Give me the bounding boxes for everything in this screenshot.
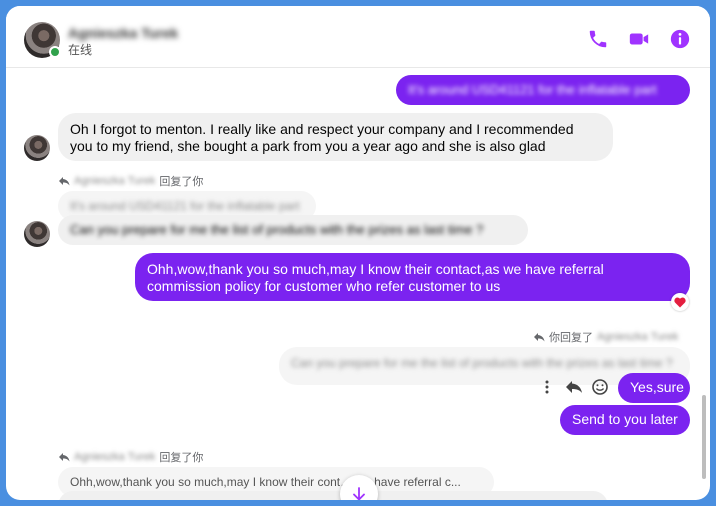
reply-arrow-icon bbox=[59, 177, 70, 186]
contact-name[interactable]: Agnieszka Turek bbox=[68, 25, 178, 41]
message-text-line: Ohh,wow,thank you so much,may I know the… bbox=[147, 261, 604, 277]
reply-header: 你回复了 Agnieszka Turek bbox=[533, 329, 678, 345]
scrollbar[interactable] bbox=[702, 395, 706, 479]
sender-avatar[interactable] bbox=[24, 135, 50, 161]
info-icon[interactable] bbox=[669, 28, 691, 50]
contact-status: 在线 bbox=[68, 43, 93, 57]
message-text: Send to you later bbox=[572, 411, 678, 427]
message-text-line: you to my friend, she bought a park from… bbox=[70, 138, 546, 154]
message-bubble-incoming[interactable] bbox=[58, 491, 608, 500]
quoted-text: Can you prepare for me the list of produ… bbox=[291, 356, 673, 370]
reply-action-text: 回复了你 bbox=[159, 452, 204, 464]
message-text: Can you prepare for me the list of produ… bbox=[70, 222, 484, 237]
online-indicator bbox=[49, 46, 61, 58]
reply-header: Agnieszka Turek 回复了你 bbox=[58, 449, 203, 465]
message-bubble-incoming[interactable]: Oh I forgot to menton. I really like and… bbox=[58, 113, 613, 161]
message-bubble-outgoing[interactable]: Send to you later bbox=[560, 405, 690, 435]
message-bubble-outgoing[interactable]: Yes,sure bbox=[618, 373, 690, 403]
message-bubble-outgoing[interactable]: Ohh,wow,thank you so much,may I know the… bbox=[135, 253, 690, 301]
video-call-icon[interactable] bbox=[628, 28, 650, 50]
reply-arrow-icon bbox=[534, 333, 545, 342]
message-text: Yes,sure bbox=[630, 379, 684, 395]
reply-recipient-name: Agnieszka Turek bbox=[597, 331, 679, 343]
conversation-header: Agnieszka Turek 在线 bbox=[6, 6, 710, 68]
reply-action-text: 回复了你 bbox=[159, 176, 204, 188]
quoted-text: It's around USD41121 for the inflatable … bbox=[70, 199, 300, 213]
heart-reaction-icon[interactable] bbox=[671, 293, 689, 311]
reply-sender-name: Agnieszka Turek bbox=[74, 175, 156, 187]
message-bubble-outgoing[interactable]: It's around USD41121 for the inflatable … bbox=[396, 75, 690, 105]
reply-arrow-icon bbox=[59, 453, 70, 462]
phone-call-icon[interactable] bbox=[587, 28, 609, 50]
more-options-icon[interactable] bbox=[538, 378, 556, 396]
message-list[interactable]: It's around USD41121 for the inflatable … bbox=[6, 69, 710, 500]
reply-icon[interactable] bbox=[565, 378, 583, 396]
message-text-line: commission policy for customer who refer… bbox=[147, 278, 501, 294]
arrow-down-icon bbox=[353, 487, 365, 500]
reply-sender-name: Agnieszka Turek bbox=[74, 451, 156, 463]
reply-action-text: 你回复了 bbox=[549, 332, 593, 344]
chat-window: Agnieszka Turek 在线 It's around USD41121 … bbox=[6, 6, 710, 500]
quoted-text: Ohh,wow,thank you so much,may I know the… bbox=[70, 475, 461, 489]
sender-avatar[interactable] bbox=[24, 221, 50, 247]
message-bubble-incoming[interactable]: Can you prepare for me the list of produ… bbox=[58, 215, 528, 245]
emoji-react-icon[interactable] bbox=[591, 378, 609, 396]
message-text: It's around USD41121 for the inflatable … bbox=[408, 82, 657, 97]
message-text-line: Oh I forgot to menton. I really like and… bbox=[70, 121, 574, 137]
reply-header: Agnieszka Turek 回复了你 bbox=[58, 173, 203, 189]
